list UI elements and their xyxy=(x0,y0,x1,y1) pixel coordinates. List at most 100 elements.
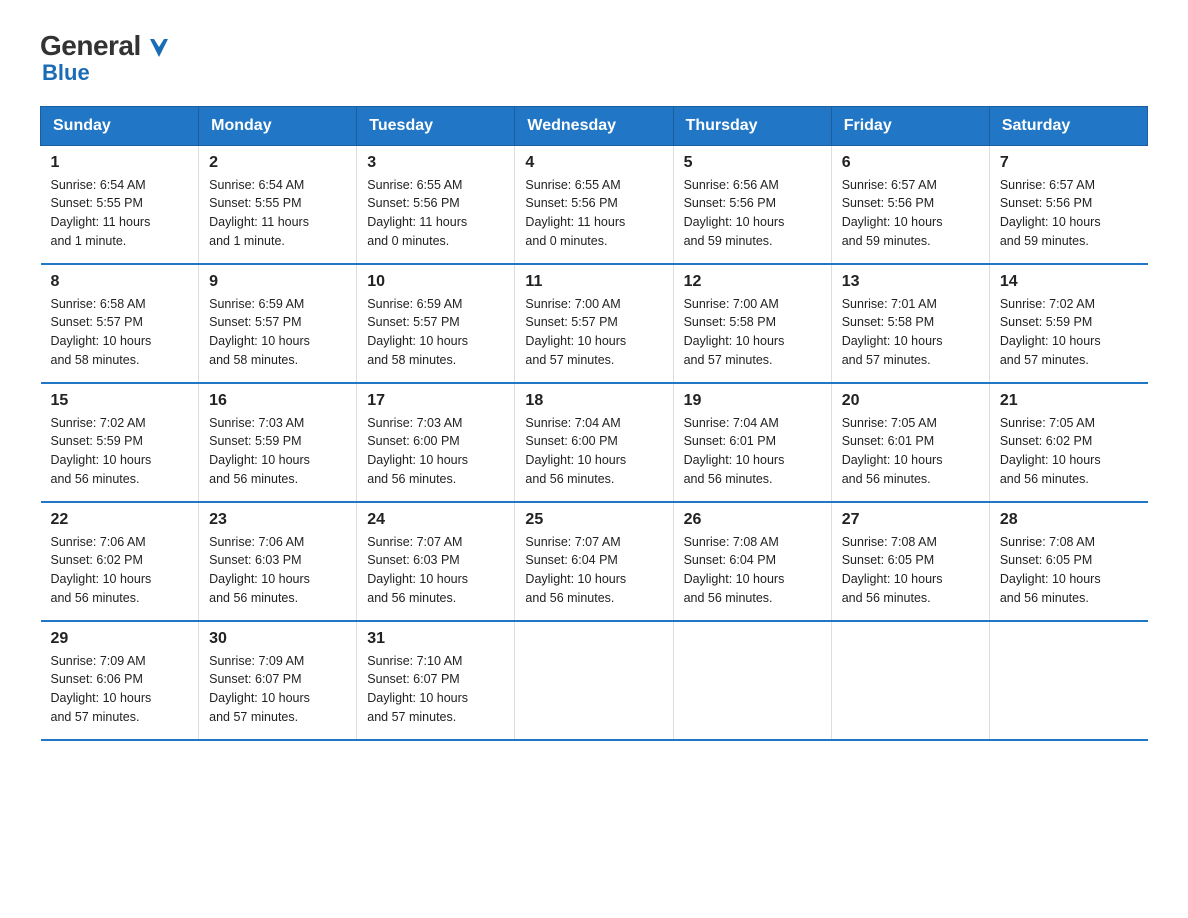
day-info: Sunrise: 7:03 AMSunset: 5:59 PMDaylight:… xyxy=(209,414,346,489)
calendar-day-cell: 9 Sunrise: 6:59 AMSunset: 5:57 PMDaylight… xyxy=(199,264,357,383)
day-info: Sunrise: 7:06 AMSunset: 6:03 PMDaylight:… xyxy=(209,533,346,608)
weekday-header-wednesday: Wednesday xyxy=(515,106,673,145)
day-number: 14 xyxy=(1000,273,1138,291)
day-number: 3 xyxy=(367,154,504,172)
logo: General Blue xyxy=(40,30,168,86)
day-info: Sunrise: 7:00 AMSunset: 5:58 PMDaylight:… xyxy=(684,295,821,370)
day-number: 6 xyxy=(842,154,979,172)
calendar-day-cell xyxy=(831,621,989,740)
calendar-day-cell: 27Sunrise: 7:08 AMSunset: 6:05 PMDayligh… xyxy=(831,502,989,621)
day-info: Sunrise: 6:57 AMSunset: 5:56 PMDaylight:… xyxy=(842,176,979,251)
calendar-body: 1 Sunrise: 6:54 AMSunset: 5:55 PMDaylight… xyxy=(41,145,1148,740)
day-info: Sunrise: 6:57 AMSunset: 5:56 PMDaylight:… xyxy=(1000,176,1138,251)
calendar-day-cell: 14 Sunrise: 7:02 AMSunset: 5:59 PMDayligh… xyxy=(989,264,1147,383)
calendar-day-cell: 17 Sunrise: 7:03 AMSunset: 6:00 PMDayligh… xyxy=(357,383,515,502)
day-info: Sunrise: 7:04 AMSunset: 6:01 PMDaylight:… xyxy=(684,414,821,489)
day-number: 1 xyxy=(51,154,189,172)
calendar-week-row: 29 Sunrise: 7:09 AMSunset: 6:06 PMDayligh… xyxy=(41,621,1148,740)
day-info: Sunrise: 6:55 AMSunset: 5:56 PMDaylight:… xyxy=(525,176,662,251)
logo-triangle-icon xyxy=(150,32,168,64)
day-info: Sunrise: 7:01 AMSunset: 5:58 PMDaylight:… xyxy=(842,295,979,370)
day-info: Sunrise: 7:03 AMSunset: 6:00 PMDaylight:… xyxy=(367,414,504,489)
calendar-table: SundayMondayTuesdayWednesdayThursdayFrid… xyxy=(40,106,1148,741)
day-info: Sunrise: 7:07 AMSunset: 6:03 PMDaylight:… xyxy=(367,533,504,608)
day-info: Sunrise: 6:54 AMSunset: 5:55 PMDaylight:… xyxy=(209,176,346,251)
day-number: 17 xyxy=(367,392,504,410)
calendar-day-cell: 23 Sunrise: 7:06 AMSunset: 6:03 PMDayligh… xyxy=(199,502,357,621)
day-info: Sunrise: 7:00 AMSunset: 5:57 PMDaylight:… xyxy=(525,295,662,370)
calendar-day-cell: 6 Sunrise: 6:57 AMSunset: 5:56 PMDaylight… xyxy=(831,145,989,264)
day-number: 18 xyxy=(525,392,662,410)
day-number: 16 xyxy=(209,392,346,410)
day-info: Sunrise: 7:02 AMSunset: 5:59 PMDaylight:… xyxy=(1000,295,1138,370)
calendar-day-cell: 29 Sunrise: 7:09 AMSunset: 6:06 PMDayligh… xyxy=(41,621,199,740)
day-info: Sunrise: 7:05 AMSunset: 6:02 PMDaylight:… xyxy=(1000,414,1138,489)
calendar-day-cell: 10 Sunrise: 6:59 AMSunset: 5:57 PMDayligh… xyxy=(357,264,515,383)
calendar-day-cell: 3Sunrise: 6:55 AMSunset: 5:56 PMDaylight… xyxy=(357,145,515,264)
day-number: 24 xyxy=(367,511,504,529)
day-number: 23 xyxy=(209,511,346,529)
logo-text: General xyxy=(40,30,168,64)
day-number: 2 xyxy=(209,154,346,172)
day-number: 7 xyxy=(1000,154,1138,172)
day-info: Sunrise: 6:56 AMSunset: 5:56 PMDaylight:… xyxy=(684,176,821,251)
calendar-week-row: 15 Sunrise: 7:02 AMSunset: 5:59 PMDayligh… xyxy=(41,383,1148,502)
calendar-day-cell: 15 Sunrise: 7:02 AMSunset: 5:59 PMDayligh… xyxy=(41,383,199,502)
calendar-day-cell: 20 Sunrise: 7:05 AMSunset: 6:01 PMDayligh… xyxy=(831,383,989,502)
calendar-day-cell: 4 Sunrise: 6:55 AMSunset: 5:56 PMDaylight… xyxy=(515,145,673,264)
day-info: Sunrise: 7:04 AMSunset: 6:00 PMDaylight:… xyxy=(525,414,662,489)
day-number: 29 xyxy=(51,630,189,648)
day-info: Sunrise: 7:05 AMSunset: 6:01 PMDaylight:… xyxy=(842,414,979,489)
day-info: Sunrise: 7:02 AMSunset: 5:59 PMDaylight:… xyxy=(51,414,189,489)
day-info: Sunrise: 6:54 AMSunset: 5:55 PMDaylight:… xyxy=(51,176,189,251)
calendar-day-cell: 16 Sunrise: 7:03 AMSunset: 5:59 PMDayligh… xyxy=(199,383,357,502)
calendar-day-cell: 1 Sunrise: 6:54 AMSunset: 5:55 PMDaylight… xyxy=(41,145,199,264)
day-info: Sunrise: 7:10 AMSunset: 6:07 PMDaylight:… xyxy=(367,652,504,727)
calendar-day-cell: 28 Sunrise: 7:08 AMSunset: 6:05 PMDayligh… xyxy=(989,502,1147,621)
calendar-day-cell: 21Sunrise: 7:05 AMSunset: 6:02 PMDayligh… xyxy=(989,383,1147,502)
day-number: 28 xyxy=(1000,511,1138,529)
day-number: 26 xyxy=(684,511,821,529)
calendar-day-cell: 12 Sunrise: 7:00 AMSunset: 5:58 PMDayligh… xyxy=(673,264,831,383)
calendar-week-row: 1 Sunrise: 6:54 AMSunset: 5:55 PMDaylight… xyxy=(41,145,1148,264)
page-header: General Blue xyxy=(40,30,1148,86)
day-info: Sunrise: 7:08 AMSunset: 6:05 PMDaylight:… xyxy=(1000,533,1138,608)
day-info: Sunrise: 7:06 AMSunset: 6:02 PMDaylight:… xyxy=(51,533,189,608)
day-number: 4 xyxy=(525,154,662,172)
calendar-day-cell: 2 Sunrise: 6:54 AMSunset: 5:55 PMDaylight… xyxy=(199,145,357,264)
day-number: 9 xyxy=(209,273,346,291)
calendar-day-cell: 22 Sunrise: 7:06 AMSunset: 6:02 PMDayligh… xyxy=(41,502,199,621)
day-info: Sunrise: 7:08 AMSunset: 6:04 PMDaylight:… xyxy=(684,533,821,608)
calendar-day-cell: 19Sunrise: 7:04 AMSunset: 6:01 PMDayligh… xyxy=(673,383,831,502)
day-info: Sunrise: 7:07 AMSunset: 6:04 PMDaylight:… xyxy=(525,533,662,608)
calendar-day-cell: 24 Sunrise: 7:07 AMSunset: 6:03 PMDayligh… xyxy=(357,502,515,621)
day-number: 11 xyxy=(525,273,662,291)
day-number: 13 xyxy=(842,273,979,291)
calendar-day-cell: 30Sunrise: 7:09 AMSunset: 6:07 PMDayligh… xyxy=(199,621,357,740)
day-number: 27 xyxy=(842,511,979,529)
calendar-day-cell xyxy=(989,621,1147,740)
day-info: Sunrise: 7:09 AMSunset: 6:07 PMDaylight:… xyxy=(209,652,346,727)
day-info: Sunrise: 7:09 AMSunset: 6:06 PMDaylight:… xyxy=(51,652,189,727)
day-number: 12 xyxy=(684,273,821,291)
calendar-week-row: 22 Sunrise: 7:06 AMSunset: 6:02 PMDayligh… xyxy=(41,502,1148,621)
calendar-day-cell: 5 Sunrise: 6:56 AMSunset: 5:56 PMDaylight… xyxy=(673,145,831,264)
day-number: 5 xyxy=(684,154,821,172)
logo-blue-text: Blue xyxy=(42,60,90,86)
calendar-day-cell: 13 Sunrise: 7:01 AMSunset: 5:58 PMDayligh… xyxy=(831,264,989,383)
day-number: 22 xyxy=(51,511,189,529)
day-info: Sunrise: 6:59 AMSunset: 5:57 PMDaylight:… xyxy=(209,295,346,370)
calendar-header: SundayMondayTuesdayWednesdayThursdayFrid… xyxy=(41,106,1148,145)
calendar-day-cell: 26 Sunrise: 7:08 AMSunset: 6:04 PMDayligh… xyxy=(673,502,831,621)
weekday-header-saturday: Saturday xyxy=(989,106,1147,145)
day-info: Sunrise: 6:59 AMSunset: 5:57 PMDaylight:… xyxy=(367,295,504,370)
weekday-header-sunday: Sunday xyxy=(41,106,199,145)
weekday-header-row: SundayMondayTuesdayWednesdayThursdayFrid… xyxy=(41,106,1148,145)
calendar-day-cell: 8Sunrise: 6:58 AMSunset: 5:57 PMDaylight… xyxy=(41,264,199,383)
day-number: 10 xyxy=(367,273,504,291)
calendar-day-cell xyxy=(515,621,673,740)
day-number: 15 xyxy=(51,392,189,410)
day-number: 20 xyxy=(842,392,979,410)
calendar-day-cell: 25Sunrise: 7:07 AMSunset: 6:04 PMDayligh… xyxy=(515,502,673,621)
calendar-day-cell: 11 Sunrise: 7:00 AMSunset: 5:57 PMDayligh… xyxy=(515,264,673,383)
